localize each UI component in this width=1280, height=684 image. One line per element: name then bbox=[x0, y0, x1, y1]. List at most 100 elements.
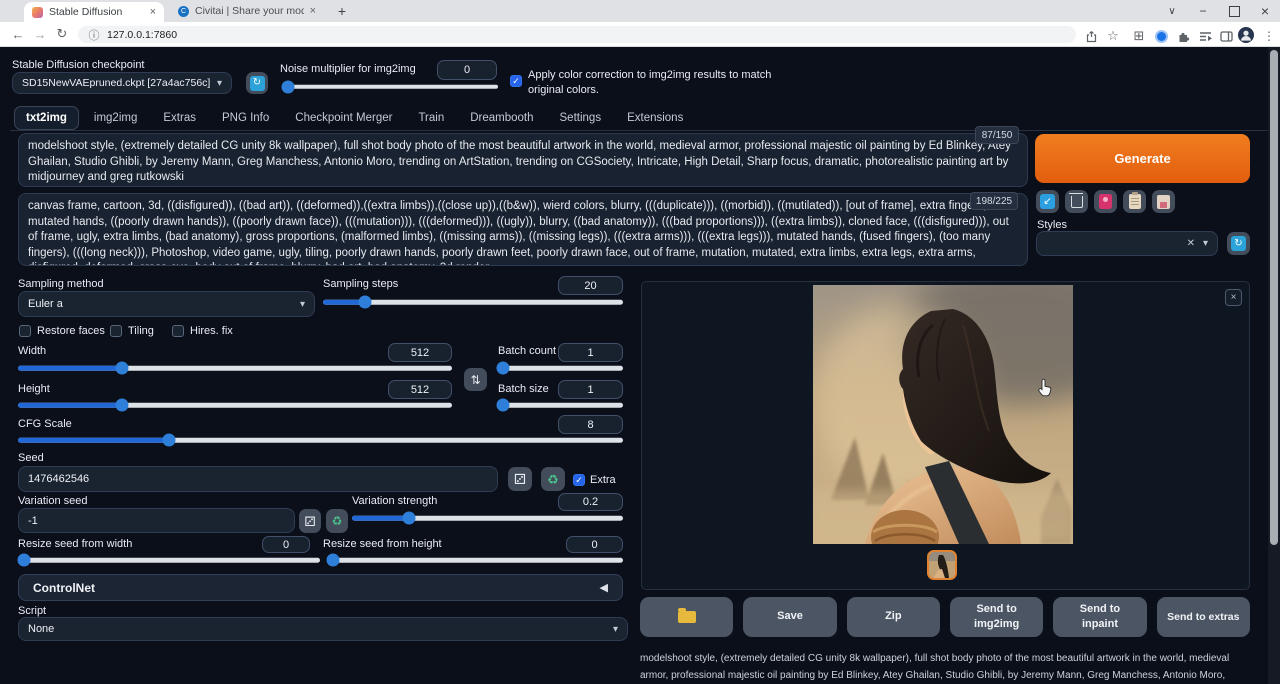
back-button[interactable]: ← bbox=[8, 24, 28, 44]
prompt-textarea[interactable]: modelshoot style, (extremely detailed CG… bbox=[18, 133, 1028, 187]
close-gallery-icon[interactable]: × bbox=[1225, 289, 1242, 306]
variation-seed-input[interactable]: -1 bbox=[18, 508, 295, 533]
save-style-button[interactable] bbox=[1152, 190, 1175, 213]
slider-handle[interactable] bbox=[326, 554, 339, 567]
clear-styles-icon[interactable]: ✕ bbox=[1187, 238, 1195, 249]
extensions-puzzle-icon[interactable] bbox=[1174, 27, 1192, 45]
script-select[interactable]: None ▾ bbox=[18, 617, 628, 641]
slider-handle[interactable] bbox=[116, 362, 129, 375]
url-bar[interactable]: ⓘ 127.0.0.1:7860 bbox=[78, 26, 1076, 43]
gallery-thumbnail[interactable] bbox=[927, 550, 957, 580]
variation-random-seed-button[interactable]: ⚂ bbox=[299, 509, 321, 533]
save-button[interactable]: Save bbox=[743, 597, 836, 637]
slider-handle[interactable] bbox=[18, 554, 31, 567]
browser-menu-icon[interactable]: ⋮ bbox=[1260, 27, 1278, 45]
restore-faces-checkbox[interactable] bbox=[19, 325, 31, 337]
variation-reuse-seed-button[interactable]: ♻ bbox=[326, 509, 348, 533]
extension-blue-icon[interactable] bbox=[1152, 27, 1170, 45]
zip-button[interactable]: Zip bbox=[847, 597, 940, 637]
read-params-button[interactable]: ↙ bbox=[1036, 190, 1059, 213]
tab-extensions[interactable]: Extensions bbox=[616, 107, 694, 129]
tab-extras[interactable]: Extras bbox=[152, 107, 207, 129]
side-panel-icon[interactable] bbox=[1217, 27, 1235, 45]
tab-settings[interactable]: Settings bbox=[549, 107, 613, 129]
width-input[interactable]: 512 bbox=[388, 343, 452, 362]
noise-multiplier-slider[interactable] bbox=[282, 80, 498, 93]
browser-tab-stable-diffusion[interactable]: Stable Diffusion × bbox=[24, 2, 164, 22]
generate-button[interactable]: Generate bbox=[1035, 134, 1250, 183]
variation-strength-input[interactable]: 0.2 bbox=[558, 493, 623, 511]
slider-handle[interactable] bbox=[163, 434, 176, 447]
sampling-steps-slider[interactable] bbox=[323, 295, 623, 309]
forward-button[interactable]: → bbox=[30, 24, 50, 44]
bookmark-star-icon[interactable]: ☆ bbox=[1104, 27, 1122, 45]
send-to-img2img-button[interactable]: Send to img2img bbox=[950, 597, 1043, 637]
generated-image[interactable] bbox=[813, 285, 1073, 544]
site-info-icon[interactable]: ⓘ bbox=[88, 26, 100, 44]
cfg-scale-input[interactable]: 8 bbox=[558, 415, 623, 434]
extension-grid-icon[interactable]: ⊞ bbox=[1130, 27, 1148, 45]
slider-handle[interactable] bbox=[402, 512, 415, 525]
send-to-inpaint-button[interactable]: Send to inpaint bbox=[1053, 597, 1146, 637]
tiling-checkbox[interactable] bbox=[110, 325, 122, 337]
swap-dimensions-button[interactable]: ⇅ bbox=[464, 368, 487, 391]
tab-png-info[interactable]: PNG Info bbox=[211, 107, 280, 129]
close-button[interactable]: × bbox=[1255, 1, 1275, 21]
resize-seed-width-input[interactable]: 0 bbox=[262, 536, 310, 553]
height-slider[interactable] bbox=[18, 398, 452, 412]
checkpoint-refresh-button[interactable]: ↻ bbox=[246, 72, 268, 94]
slider-handle[interactable] bbox=[116, 399, 129, 412]
new-tab-button[interactable]: + bbox=[332, 1, 352, 21]
scrollbar-thumb[interactable] bbox=[1270, 50, 1278, 545]
batch-count-slider[interactable] bbox=[498, 361, 623, 375]
resize-seed-height-slider[interactable] bbox=[330, 553, 623, 567]
tab-txt2img[interactable]: txt2img bbox=[14, 106, 79, 130]
tab-checkpoint-merger[interactable]: Checkpoint Merger bbox=[284, 107, 403, 129]
hires-fix-checkbox[interactable] bbox=[172, 325, 184, 337]
tab-dreambooth[interactable]: Dreambooth bbox=[459, 107, 544, 129]
apply-style-button[interactable] bbox=[1123, 190, 1146, 213]
height-input[interactable]: 512 bbox=[388, 380, 452, 399]
profile-avatar[interactable] bbox=[1237, 26, 1255, 44]
negative-prompt-textarea[interactable]: canvas frame, cartoon, 3d, ((disfigured)… bbox=[18, 193, 1028, 266]
batch-count-input[interactable]: 1 bbox=[558, 343, 623, 362]
share-icon[interactable] bbox=[1082, 27, 1100, 45]
sampling-steps-input[interactable]: 20 bbox=[558, 276, 623, 295]
tab-train[interactable]: Train bbox=[407, 107, 455, 129]
tab-close-icon[interactable]: × bbox=[150, 7, 156, 18]
maximize-button[interactable] bbox=[1224, 1, 1244, 21]
slider-handle[interactable] bbox=[497, 362, 510, 375]
reading-list-icon[interactable] bbox=[1196, 27, 1214, 45]
reuse-seed-button[interactable]: ♻ bbox=[541, 467, 565, 491]
tab-close-icon[interactable]: × bbox=[310, 6, 316, 17]
styles-refresh-button[interactable]: ↻ bbox=[1227, 232, 1250, 255]
cfg-scale-slider[interactable] bbox=[18, 433, 623, 447]
tab-img2img[interactable]: img2img bbox=[83, 107, 148, 129]
seed-input[interactable]: 1476462546 bbox=[18, 466, 498, 492]
checkpoint-select[interactable]: SD15NewVAEpruned.ckpt [27a4ac756c] ▾ bbox=[12, 72, 232, 94]
color-correction-checkbox[interactable] bbox=[510, 75, 522, 87]
sampling-method-select[interactable]: Euler a ▾ bbox=[18, 291, 315, 317]
batch-size-slider[interactable] bbox=[498, 398, 623, 412]
slider-handle[interactable] bbox=[359, 296, 372, 309]
batch-size-input[interactable]: 1 bbox=[558, 380, 623, 399]
width-slider[interactable] bbox=[18, 361, 452, 375]
slider-handle[interactable] bbox=[497, 399, 510, 412]
reload-button[interactable]: ↻ bbox=[52, 24, 72, 44]
open-folder-button[interactable] bbox=[640, 597, 733, 637]
extra-seed-checkbox[interactable] bbox=[573, 474, 585, 486]
slider-handle[interactable] bbox=[282, 80, 295, 93]
clear-prompt-button[interactable] bbox=[1065, 190, 1088, 213]
resize-seed-width-slider[interactable] bbox=[18, 553, 320, 567]
variation-strength-slider[interactable] bbox=[352, 511, 623, 525]
window-menu-icon[interactable]: ∨ bbox=[1162, 1, 1182, 21]
noise-multiplier-input[interactable]: 0 bbox=[437, 60, 497, 80]
send-to-extras-button[interactable]: Send to extras bbox=[1157, 597, 1250, 637]
extra-networks-button[interactable] bbox=[1094, 190, 1117, 213]
controlnet-accordion[interactable]: ControlNet ◀ bbox=[18, 574, 623, 601]
resize-seed-height-input[interactable]: 0 bbox=[566, 536, 623, 553]
browser-tab-civitai[interactable]: C Civitai | Share your models × bbox=[170, 0, 324, 22]
random-seed-button[interactable]: ⚂ bbox=[508, 467, 532, 491]
minimize-button[interactable]: − bbox=[1193, 1, 1213, 21]
styles-select[interactable]: ✕ ▾ bbox=[1036, 231, 1218, 256]
